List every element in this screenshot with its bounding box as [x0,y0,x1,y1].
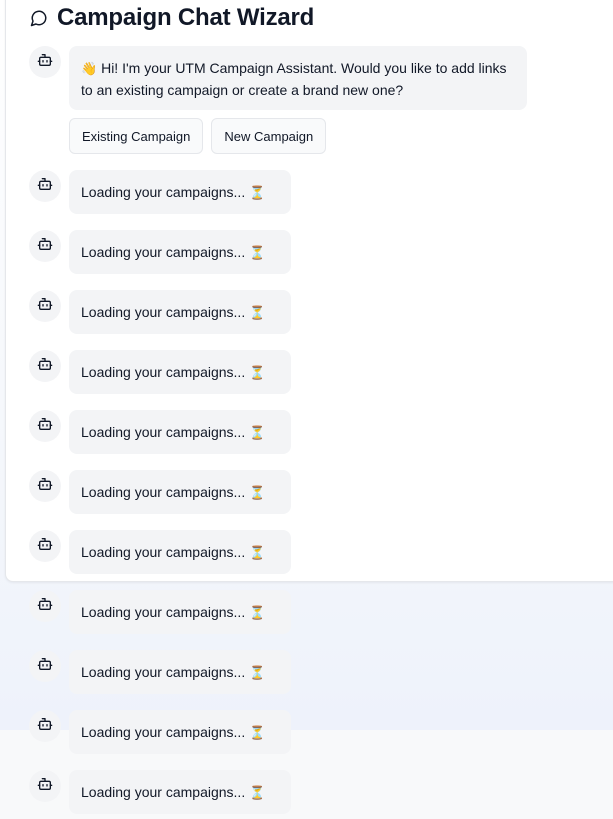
loading-text: Loading your campaigns... [81,424,250,440]
bot-avatar [29,590,61,622]
loading-text: Loading your campaigns... [81,364,250,380]
hourglass-icon: ⏳ [249,186,266,201]
bot-avatar [29,46,61,78]
hourglass-icon: ⏳ [249,726,266,741]
loading-text: Loading your campaigns... [81,184,250,200]
loading-message: Loading your campaigns... ⏳ [69,770,291,814]
bot-icon [37,52,53,73]
bot-avatar [29,770,61,802]
bot-icon [37,296,53,317]
loading-text: Loading your campaigns... [81,784,250,800]
bot-icon [37,176,53,197]
loading-message: Loading your campaigns... ⏳ [69,290,291,334]
bot-icon [37,716,53,737]
bot-avatar [29,170,61,202]
campaign-choice-group: Existing Campaign New Campaign [69,118,327,154]
hourglass-icon: ⏳ [249,666,266,681]
bot-avatar [29,650,61,682]
bot-icon [37,536,53,557]
welcome-message: 👋 Hi! I'm your UTM Campaign Assistant. W… [69,46,527,110]
loading-text: Loading your campaigns... [81,664,250,680]
loading-message: Loading your campaigns... ⏳ [69,170,291,214]
hourglass-icon: ⏳ [249,306,266,321]
loading-message: Loading your campaigns... ⏳ [69,590,291,634]
bot-icon [37,776,53,797]
hourglass-icon: ⏳ [249,546,266,561]
loading-text: Loading your campaigns... [81,604,250,620]
bot-icon [37,596,53,617]
bot-avatar [29,710,61,742]
loading-message: Loading your campaigns... ⏳ [69,350,291,394]
bot-avatar [29,530,61,562]
loading-message: Loading your campaigns... ⏳ [69,470,291,514]
bot-icon [37,416,53,437]
bot-icon [37,476,53,497]
loading-text: Loading your campaigns... [81,244,250,260]
loading-text: Loading your campaigns... [81,544,250,560]
bot-avatar [29,410,61,442]
hourglass-icon: ⏳ [249,426,266,441]
bot-icon [37,656,53,677]
bot-avatar [29,470,61,502]
loading-message: Loading your campaigns... ⏳ [69,650,291,694]
bot-icon [37,236,53,257]
loading-text: Loading your campaigns... [81,484,250,500]
hourglass-icon: ⏳ [249,486,266,501]
hourglass-icon: ⏳ [249,606,266,621]
bot-avatar [29,230,61,262]
bot-avatar [29,350,61,382]
existing-campaign-button[interactable]: Existing Campaign [69,118,204,154]
bot-avatar [29,290,61,322]
hourglass-icon: ⏳ [249,246,266,261]
welcome-text: Hi! I'm your UTM Campaign Assistant. Wou… [81,60,507,98]
loading-text: Loading your campaigns... [81,304,250,320]
loading-message: Loading your campaigns... ⏳ [69,410,291,454]
loading-message: Loading your campaigns... ⏳ [69,710,291,754]
wave-emoji: 👋 [81,62,98,77]
loading-message: Loading your campaigns... ⏳ [69,530,291,574]
hourglass-icon: ⏳ [249,786,266,801]
bot-icon [37,356,53,377]
chat-messages[interactable]: 👋 Hi! I'm your UTM Campaign Assistant. W… [0,0,613,819]
loading-text: Loading your campaigns... [81,724,250,740]
hourglass-icon: ⏳ [249,366,266,381]
new-campaign-button[interactable]: New Campaign [211,118,327,154]
loading-message: Loading your campaigns... ⏳ [69,230,291,274]
